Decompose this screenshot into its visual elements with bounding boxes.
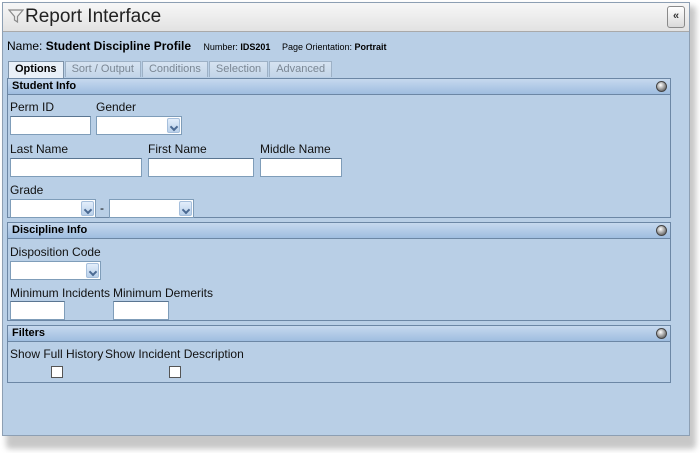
page-orientation-label: Page Orientation: <box>281 42 353 52</box>
show-incident-description-checkbox[interactable] <box>169 366 181 378</box>
funnel-icon <box>8 9 24 24</box>
middle-name-input[interactable] <box>260 158 342 177</box>
discipline-info-header: Discipline Info <box>8 223 670 239</box>
student-info-header: Student Info <box>8 79 670 95</box>
discipline-info-section: Discipline Info Disposition Code Minimum… <box>7 222 671 321</box>
discipline-info-title: Discipline Info <box>12 224 88 236</box>
filters-title: Filters <box>12 327 46 339</box>
chevron-down-icon <box>86 263 99 278</box>
last-name-label: Last Name <box>10 142 69 156</box>
minimum-incidents-input[interactable] <box>10 301 65 320</box>
tab-conditions[interactable]: Conditions <box>141 61 208 77</box>
student-info-section: Student Info Perm ID Gender Last Name Fi… <box>7 78 671 218</box>
report-name-label: Name: <box>7 39 43 53</box>
report-interface-window: Report Interface « Name: Student Discipl… <box>2 2 690 436</box>
minimum-incidents-label: Minimum Incidents <box>10 286 111 300</box>
discipline-info-toggle-icon[interactable] <box>656 225 667 236</box>
chevron-down-icon <box>167 118 180 133</box>
show-full-history-checkbox[interactable] <box>51 366 63 378</box>
first-name-input[interactable] <box>148 158 254 177</box>
disposition-code-select[interactable] <box>10 261 101 280</box>
student-info-toggle-icon[interactable] <box>656 81 667 92</box>
middle-name-label: Middle Name <box>260 142 331 156</box>
filters-section: Filters Show Full History Show Incident … <box>7 325 671 383</box>
title-bar: Report Interface « <box>3 3 689 32</box>
collapse-panel-button[interactable]: « <box>667 6 685 28</box>
grade-from-select[interactable] <box>10 199 96 218</box>
perm-id-input[interactable] <box>10 116 91 135</box>
tab-options[interactable]: Options <box>8 61 64 78</box>
minimum-demerits-label: Minimum Demerits <box>113 286 214 300</box>
last-name-input[interactable] <box>10 158 142 177</box>
chevron-down-icon <box>179 201 192 216</box>
first-name-label: First Name <box>148 142 207 156</box>
page-orientation-value: Portrait <box>354 42 387 52</box>
tab-selection[interactable]: Selection <box>208 61 269 77</box>
gender-label: Gender <box>96 100 137 114</box>
filters-toggle-icon[interactable] <box>656 328 667 339</box>
perm-id-label: Perm ID <box>10 100 55 114</box>
report-number-value: IDS201 <box>240 42 271 52</box>
chevron-down-icon <box>81 201 94 216</box>
grade-range-separator: - <box>100 201 104 215</box>
double-chevron-left-icon: « <box>672 10 680 22</box>
grade-to-select[interactable] <box>109 199 194 218</box>
window-title: Report Interface <box>25 6 162 27</box>
minimum-demerits-input[interactable] <box>113 301 169 320</box>
gender-select[interactable] <box>96 116 182 135</box>
filters-header: Filters <box>8 326 670 342</box>
report-number-label: Number: <box>203 42 238 52</box>
disposition-code-label: Disposition Code <box>10 245 101 259</box>
show-incident-description-label: Show Incident Description <box>105 347 244 361</box>
show-full-history-label: Show Full History <box>10 347 104 361</box>
tab-sort-output[interactable]: Sort / Output <box>64 61 141 77</box>
report-name-bar: Name: Student Discipline Profile Number:… <box>7 39 387 53</box>
tab-advanced[interactable]: Advanced <box>269 61 333 77</box>
student-info-title: Student Info <box>12 80 77 92</box>
report-tabs: Options Sort / Output Conditions Selecti… <box>8 61 333 78</box>
report-name-value: Student Discipline Profile <box>45 39 192 53</box>
grade-label: Grade <box>10 183 44 197</box>
